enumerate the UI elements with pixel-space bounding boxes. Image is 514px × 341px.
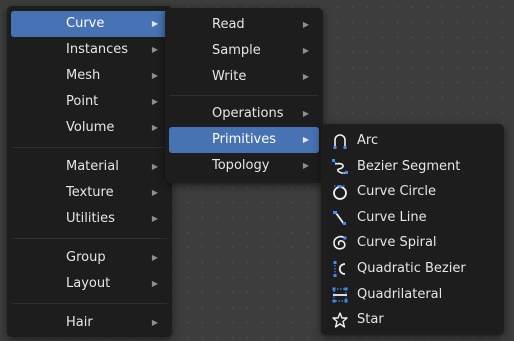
submenu-arrow-icon: ▶ <box>151 214 158 223</box>
menu-item-material[interactable]: Material ▶ <box>11 154 168 180</box>
menu-item-label: Group <box>66 250 106 265</box>
menu-item-label: Quadrilateral <box>357 286 443 302</box>
submenu-arrow-icon: ▶ <box>302 109 309 118</box>
menu-item-label: Layout <box>66 276 111 291</box>
menu-item-label: Read <box>212 17 245 32</box>
menu-item-label: Material <box>66 159 119 174</box>
quadratic-bezier-icon <box>331 260 349 278</box>
submenu-arrow-icon: ▶ <box>151 19 158 28</box>
menu-item-mesh[interactable]: Mesh ▶ <box>11 63 168 89</box>
menu-item-primitives[interactable]: Primitives ▶ <box>169 127 319 153</box>
menu-item-topology[interactable]: Topology ▶ <box>169 153 319 179</box>
menu-item-curve-spiral[interactable]: Curve Spiral <box>325 230 500 256</box>
add-menu: Curve ▶ Instances ▶ Mesh ▶ Point ▶ Volum… <box>7 6 172 337</box>
menu-item-label: Curve Line <box>357 209 427 225</box>
submenu-arrow-icon: ▶ <box>151 97 158 106</box>
curve-submenu: Read ▶ Sample ▶ Write ▶ Operations ▶ Pri… <box>165 8 323 183</box>
menu-item-hair[interactable]: Hair ▶ <box>11 310 168 336</box>
submenu-arrow-icon: ▶ <box>302 20 309 29</box>
curve-line-icon <box>331 209 349 227</box>
menu-item-label: Hair <box>66 315 93 330</box>
bezier-segment-icon <box>331 158 349 176</box>
menu-item-label: Bezier Segment <box>357 158 461 174</box>
menu-item-arc[interactable]: Arc <box>325 128 500 154</box>
menu-item-label: Primitives <box>212 132 277 147</box>
submenu-arrow-icon: ▶ <box>302 46 309 55</box>
menu-item-curve-line[interactable]: Curve Line <box>325 205 500 231</box>
menu-item-label: Curve Circle <box>357 184 436 200</box>
menu-item-sample[interactable]: Sample ▶ <box>169 38 319 64</box>
menu-item-label: Sample <box>212 43 261 58</box>
submenu-arrow-icon: ▶ <box>151 253 158 262</box>
menu-item-label: Star <box>357 312 384 328</box>
submenu-arrow-icon: ▶ <box>151 45 158 54</box>
menu-item-label: Texture <box>66 185 114 200</box>
menu-item-label: Volume <box>66 120 115 135</box>
quadrilateral-icon <box>331 286 349 304</box>
menu-item-label: Topology <box>212 158 270 173</box>
menu-separator <box>170 95 318 96</box>
menu-item-quadrilateral[interactable]: Quadrilateral <box>325 282 500 308</box>
submenu-arrow-icon: ▶ <box>302 72 309 81</box>
menu-item-texture[interactable]: Texture ▶ <box>11 180 168 206</box>
menu-item-group[interactable]: Group ▶ <box>11 245 168 271</box>
menu-item-label: Curve Spiral <box>357 235 437 251</box>
menu-separator <box>12 303 167 304</box>
submenu-arrow-icon: ▶ <box>151 188 158 197</box>
menu-item-write[interactable]: Write ▶ <box>169 64 319 90</box>
menu-item-label: Operations <box>212 106 284 121</box>
submenu-arrow-icon: ▶ <box>151 71 158 80</box>
menu-item-volume[interactable]: Volume ▶ <box>11 115 168 141</box>
menu-item-label: Utilities <box>66 211 115 226</box>
submenu-arrow-icon: ▶ <box>302 161 309 170</box>
menu-item-label: Curve <box>66 16 105 31</box>
menu-item-instances[interactable]: Instances ▶ <box>11 37 168 63</box>
star-icon <box>331 311 349 329</box>
submenu-arrow-icon: ▶ <box>151 318 158 327</box>
menu-item-label: Instances <box>66 42 129 57</box>
menu-item-label: Mesh <box>66 68 101 83</box>
menu-separator <box>12 147 167 148</box>
arc-icon <box>331 132 349 150</box>
submenu-arrow-icon: ▶ <box>151 279 158 288</box>
menu-item-layout[interactable]: Layout ▶ <box>11 271 168 297</box>
menu-item-point[interactable]: Point ▶ <box>11 89 168 115</box>
curve-spiral-icon <box>331 234 349 252</box>
menu-item-utilities[interactable]: Utilities ▶ <box>11 206 168 232</box>
menu-separator <box>12 238 167 239</box>
menu-item-bezier-segment[interactable]: Bezier Segment <box>325 154 500 180</box>
menu-item-operations[interactable]: Operations ▶ <box>169 101 319 127</box>
primitives-submenu: Arc Bezier Segment Curve Circle Curve Li… <box>321 124 504 335</box>
menu-item-read[interactable]: Read ▶ <box>169 12 319 38</box>
menu-item-curve[interactable]: Curve ▶ <box>11 11 168 37</box>
menu-item-star[interactable]: Star <box>325 307 500 333</box>
submenu-arrow-icon: ▶ <box>151 162 158 171</box>
curve-circle-icon <box>331 183 349 201</box>
menu-item-label: Write <box>212 69 247 84</box>
menu-item-label: Quadratic Bezier <box>357 260 466 276</box>
menu-item-curve-circle[interactable]: Curve Circle <box>325 179 500 205</box>
menu-item-quadratic-bezier[interactable]: Quadratic Bezier <box>325 256 500 282</box>
menu-item-label: Arc <box>357 133 379 148</box>
submenu-arrow-icon: ▶ <box>302 135 309 144</box>
menu-item-label: Point <box>66 94 99 109</box>
submenu-arrow-icon: ▶ <box>151 123 158 132</box>
